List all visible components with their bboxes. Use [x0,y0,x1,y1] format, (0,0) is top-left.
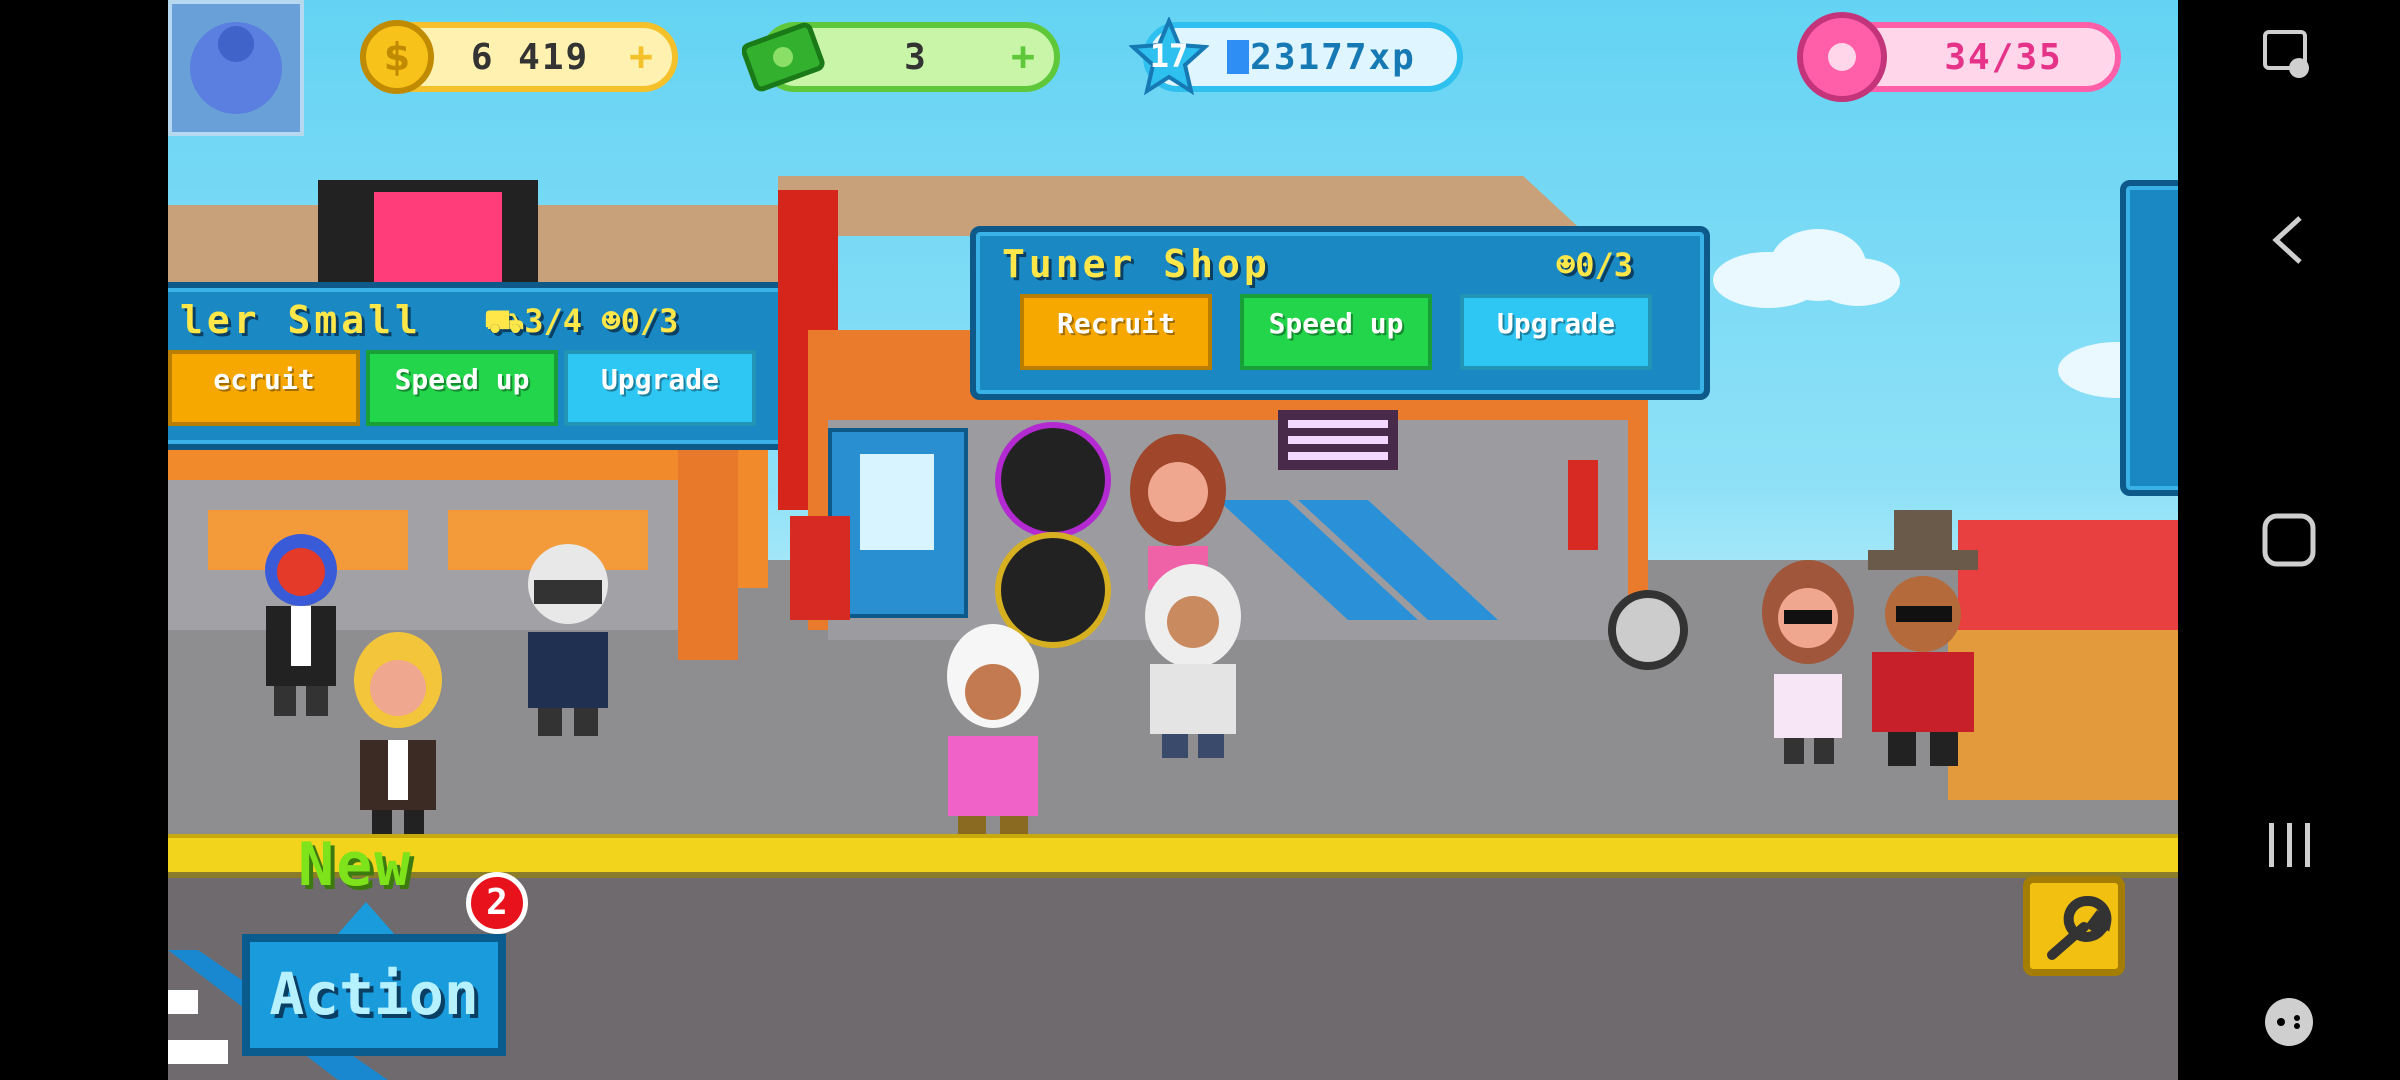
xp-value: 23177xp [1250,36,1416,78]
building-panel-offscreen[interactable] [2120,180,2178,496]
car-lift [1218,500,1498,620]
new-label: New [298,830,413,900]
game-viewport[interactable]: ler Small ⛟3/4 ☻0/3 ecruit Speed up Upgr… [168,0,2178,1080]
action-button[interactable]: Action [242,934,506,1056]
character-bandana-man[interactable] [928,620,1058,860]
upgrade-button[interactable]: Upgrade [1460,294,1652,370]
car-capacity: 3/4 [524,302,583,340]
arrow-up-icon [336,902,396,936]
mailbox [790,516,850,620]
level-star-icon: 17 [1128,15,1210,97]
recruit-button[interactable]: ecruit [168,350,360,426]
curb [168,834,2178,878]
building-panel-dealer-small: ler Small ⛟3/4 ☻0/3 ecruit Speed up Upgr… [168,282,788,450]
add-coins-button[interactable]: + [624,34,658,80]
level-value: 17 [1149,37,1189,75]
building-title: ler Small [180,298,422,342]
speed-up-button[interactable]: Speed up [366,350,558,426]
character-helmet-man[interactable] [508,540,628,740]
coin-value: 6 419 [470,36,590,78]
game-controller-icon[interactable] [2259,992,2319,1052]
screenshot-assist-icon[interactable] [2259,28,2319,88]
recruit-button[interactable]: Recruit [1020,294,1212,370]
coin-counter[interactable]: $ 6 419 + [360,20,678,94]
avatar[interactable] [168,0,304,136]
neon-light [1278,410,1398,470]
xp-counter[interactable]: 17 23177xp [1128,15,1463,96]
wheel-decor [1608,590,1688,670]
building-title: Tuner Shop [1002,242,1271,286]
notification-badge: 2 [466,872,528,934]
donut-counter[interactable]: 34/35 [1797,12,2121,102]
cash-icon [742,22,825,92]
add-cash-button[interactable]: + [1006,34,1040,80]
tire-stack [993,420,1113,650]
donut-value: 34/35 [1944,36,2063,78]
building-panel-tuner-shop: Tuner Shop ☻0/3 Recruit Speed up Upgrade [970,226,1710,400]
staff-count: 0/3 [1575,246,1634,284]
staff-icon: ☻ [601,302,621,340]
character-white-hoodie[interactable] [1128,560,1258,760]
back-icon[interactable] [2264,210,2314,270]
wrench-button[interactable] [2023,876,2125,976]
donut-icon [1797,12,1887,102]
system-nav-bar [2178,0,2400,1080]
building-stats: ⛟3/4 ☻0/3 [484,302,678,344]
recents-icon[interactable] [2259,815,2319,875]
fire-extinguisher [1568,460,1598,550]
staff-icon: ☻ [1556,246,1576,284]
speed-up-button[interactable]: Speed up [1240,294,1432,370]
wrench-icon [2047,895,2112,960]
staff-count: 0/3 [620,302,679,340]
building-stats: ☻0/3 [1556,246,1633,284]
cash-counter[interactable]: 3 + [742,22,1060,92]
svg-text:$: $ [384,35,410,79]
coin-icon: $ [360,20,434,94]
car-icon: ⛟ [484,302,525,340]
cloud-decor [1713,229,1900,308]
cash-value: 3 [904,36,928,78]
character-blonde-woman[interactable] [338,630,458,840]
avatar-icon [190,22,282,114]
character-cowboy[interactable] [1848,510,1998,770]
upgrade-button[interactable]: Upgrade [564,350,756,426]
home-icon[interactable] [2259,510,2319,570]
pillar [678,440,738,660]
